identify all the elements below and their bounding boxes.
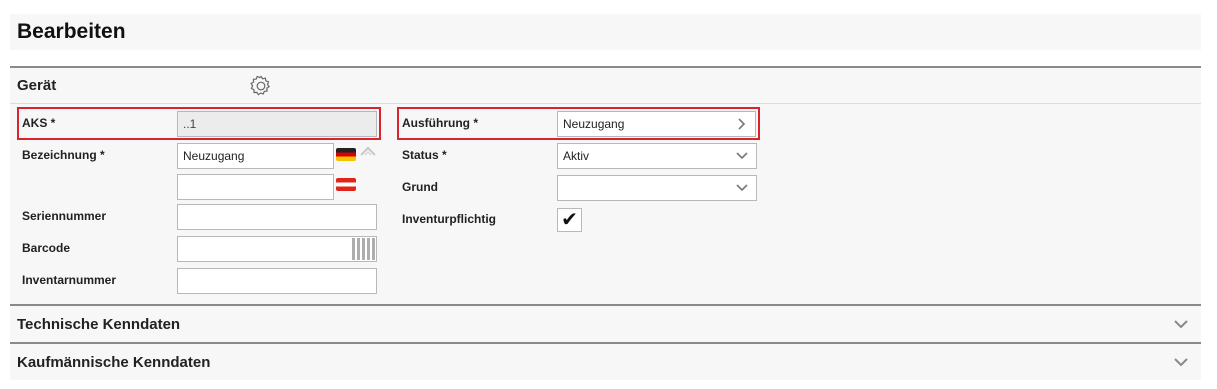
aks-label: AKS * bbox=[22, 116, 56, 130]
flag-at-icon[interactable] bbox=[336, 178, 356, 191]
section-title-geraet: Gerät bbox=[17, 77, 57, 94]
section-header-geraet[interactable] bbox=[10, 68, 1201, 103]
flag-de-icon[interactable] bbox=[336, 148, 356, 161]
inventurpflichtig-label: Inventurpflichtig bbox=[402, 212, 496, 226]
bezeichnung-field[interactable]: Neuzugang bbox=[177, 143, 334, 169]
bezeichnung-at-field[interactable] bbox=[177, 174, 334, 200]
chevron-down-icon[interactable] bbox=[1173, 354, 1189, 375]
seriennummer-field[interactable] bbox=[177, 204, 377, 230]
section-title-kaufmaennisch: Kaufmännische Kenndaten bbox=[17, 354, 211, 371]
grund-select[interactable] bbox=[557, 175, 757, 201]
aks-field[interactable]: ..1 bbox=[177, 111, 377, 137]
status-label: Status * bbox=[402, 148, 447, 162]
status-value: Aktiv bbox=[563, 149, 590, 163]
title-bar bbox=[10, 14, 1201, 50]
bezeichnung-label: Bezeichnung * bbox=[22, 148, 105, 162]
section-header-technisch[interactable] bbox=[10, 306, 1201, 342]
seriennummer-label: Seriennummer bbox=[22, 209, 107, 223]
chevron-right-icon bbox=[737, 112, 747, 143]
translate-icon[interactable] bbox=[359, 145, 377, 159]
gear-icon[interactable] bbox=[249, 74, 273, 98]
qr-code-icon[interactable] bbox=[352, 238, 376, 260]
checkmark-icon: ✔ bbox=[561, 209, 578, 231]
grund-label: Grund bbox=[402, 180, 438, 194]
page-title: Bearbeiten bbox=[17, 20, 126, 43]
chevron-down-icon bbox=[735, 144, 749, 176]
section-title-technisch: Technische Kenndaten bbox=[17, 316, 181, 333]
status-select[interactable]: Aktiv bbox=[557, 143, 757, 169]
chevron-down-icon bbox=[735, 176, 749, 208]
inventarnummer-label: Inventarnummer bbox=[22, 273, 117, 287]
ausfuehrung-value: Neuzugang bbox=[563, 117, 625, 131]
barcode-label: Barcode bbox=[22, 241, 71, 255]
chevron-down-icon[interactable] bbox=[1173, 316, 1189, 337]
inventarnummer-field[interactable] bbox=[177, 268, 377, 294]
ausfuehrung-field[interactable]: Neuzugang bbox=[557, 111, 756, 137]
inventurpflichtig-checkbox[interactable]: ✔ bbox=[557, 208, 582, 232]
ausfuehrung-label: Ausführung * bbox=[402, 116, 478, 130]
barcode-field[interactable] bbox=[177, 236, 377, 262]
